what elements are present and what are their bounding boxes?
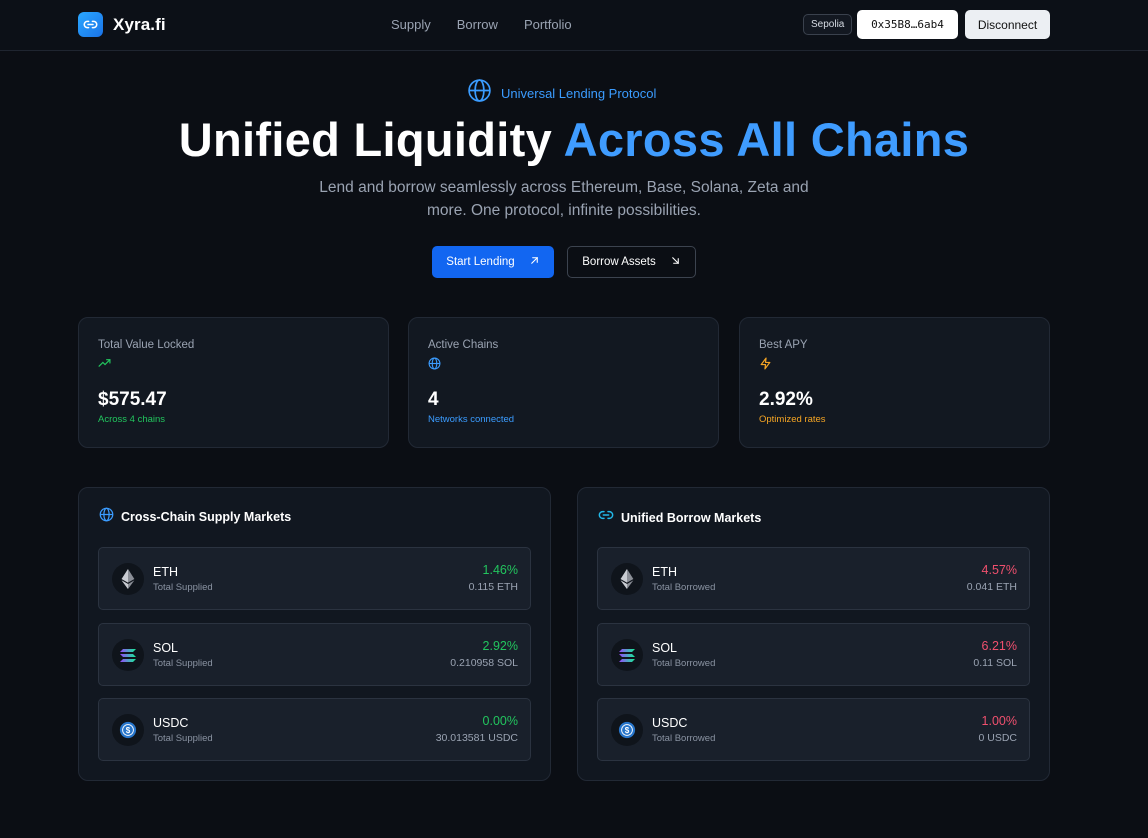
asset-caption: Total Supplied (153, 582, 213, 593)
borrowed-amount: 0 USDC (978, 732, 1017, 744)
network-badge[interactable]: Sepolia (803, 14, 853, 35)
arrow-up-right-icon (529, 255, 540, 269)
asset-caption: Total Supplied (153, 733, 213, 744)
hero-title-main: Unified Liquidity (178, 113, 564, 166)
supply-row-eth[interactable]: ETH Total Supplied 1.46% 0.115 ETH (98, 547, 531, 610)
svg-text:$: $ (625, 726, 630, 735)
nav-link-portfolio[interactable]: Portfolio (524, 17, 572, 32)
borrow-row-usdc[interactable]: $ USDC Total Borrowed 1.00% 0 USDC (597, 698, 1030, 761)
start-lending-label: Start Lending (446, 256, 515, 268)
supply-markets-panel: Cross-Chain Supply Markets ETH Total Sup… (78, 487, 551, 781)
globe-icon (99, 507, 114, 527)
asset-caption: Total Borrowed (652, 658, 716, 669)
asset-caption: Total Borrowed (652, 733, 716, 744)
supplied-amount: 0.115 ETH (468, 581, 518, 593)
stat-card-chains: Active Chains 4 Networks connected (408, 317, 719, 448)
supply-row-sol[interactable]: SOL Total Supplied 2.92% 0.210958 SOL (98, 623, 531, 686)
borrow-markets-panel: Unified Borrow Markets ETH Total Borrowe… (577, 487, 1050, 781)
supply-row-usdc[interactable]: $ USDC Total Supplied 0.00% 30.013581 US… (98, 698, 531, 761)
hero-title: Unified Liquidity Across All Chains (0, 112, 1148, 167)
stat-label: Total Value Locked (98, 339, 195, 351)
trending-up-icon (98, 357, 369, 371)
borrow-assets-label: Borrow Assets (582, 256, 656, 268)
sol-icon (112, 639, 144, 671)
nav-link-supply[interactable]: Supply (391, 17, 431, 32)
wallet-address-button[interactable]: 0x35B8…6ab4 (857, 10, 958, 39)
panel-header: Cross-Chain Supply Markets (99, 507, 291, 527)
svg-text:$: $ (126, 726, 131, 735)
brand[interactable]: Xyra.fi (78, 12, 166, 37)
supply-rate: 1.46% (482, 563, 518, 577)
asset-symbol: ETH (652, 565, 677, 579)
arrow-down-right-icon (670, 255, 681, 269)
borrow-rate: 1.00% (981, 714, 1017, 728)
stat-card-apy: Best APY 2.92% Optimized rates (739, 317, 1050, 448)
stat-label: Best APY (759, 339, 808, 351)
eth-icon (112, 563, 144, 595)
supplied-amount: 0.210958 SOL (450, 657, 518, 669)
stat-label: Active Chains (428, 339, 499, 351)
globe-icon (428, 357, 699, 371)
asset-symbol: USDC (652, 716, 688, 730)
sol-icon (611, 639, 643, 671)
hero-tag-text: Universal Lending Protocol (501, 85, 657, 101)
stat-note: Optimized rates (759, 414, 826, 425)
start-lending-button[interactable]: Start Lending (432, 246, 554, 278)
hero-tag: Universal Lending Protocol (467, 78, 656, 108)
asset-symbol: SOL (652, 641, 678, 655)
borrowed-amount: 0.041 ETH (966, 581, 1017, 593)
stat-value: $575.47 (98, 389, 167, 410)
stat-note: Networks connected (428, 414, 515, 425)
panel-title: Cross-Chain Supply Markets (121, 510, 292, 524)
asset-caption: Total Borrowed (652, 582, 716, 593)
lightning-icon (759, 357, 1030, 371)
borrow-assets-button[interactable]: Borrow Assets (567, 246, 696, 278)
supplied-amount: 30.013581 USDC (435, 732, 518, 744)
asset-symbol: USDC (153, 716, 189, 730)
borrow-row-eth[interactable]: ETH Total Borrowed 4.57% 0.041 ETH (597, 547, 1030, 610)
borrow-row-sol[interactable]: SOL Total Borrowed 6.21% 0.11 SOL (597, 623, 1030, 686)
disconnect-button[interactable]: Disconnect (965, 10, 1050, 39)
brand-name: Xyra.fi (113, 14, 166, 34)
usdc-icon: $ (112, 714, 144, 746)
supply-rate: 2.92% (482, 639, 518, 653)
asset-symbol: ETH (153, 565, 178, 579)
top-nav: Xyra.fi Supply Borrow Portfolio Sepolia … (0, 0, 1148, 51)
stat-value: 2.92% (759, 389, 813, 410)
globe-icon (467, 78, 492, 108)
hero-subtitle: Lend and borrow seamlessly across Ethere… (319, 179, 809, 219)
nav-links: Supply Borrow Portfolio (391, 17, 572, 32)
borrow-rate: 6.21% (981, 639, 1017, 653)
supply-rate: 0.00% (482, 714, 518, 728)
link-icon (598, 507, 614, 528)
asset-symbol: SOL (153, 641, 179, 655)
borrowed-amount: 0.11 SOL (973, 657, 1017, 669)
panel-title: Unified Borrow Markets (621, 510, 762, 525)
borrow-rate: 4.57% (981, 563, 1017, 577)
eth-icon (611, 563, 643, 595)
nav-link-borrow[interactable]: Borrow (457, 17, 498, 32)
stat-card-tvl: Total Value Locked $575.47 Across 4 chai… (78, 317, 389, 448)
hero-title-accent: Across All Chains (563, 113, 970, 166)
asset-caption: Total Supplied (153, 658, 213, 669)
stat-value: 4 (428, 389, 439, 410)
link-logo-icon (78, 12, 103, 37)
panel-header: Unified Borrow Markets (598, 507, 761, 528)
stat-note: Across 4 chains (98, 414, 166, 425)
usdc-icon: $ (611, 714, 643, 746)
